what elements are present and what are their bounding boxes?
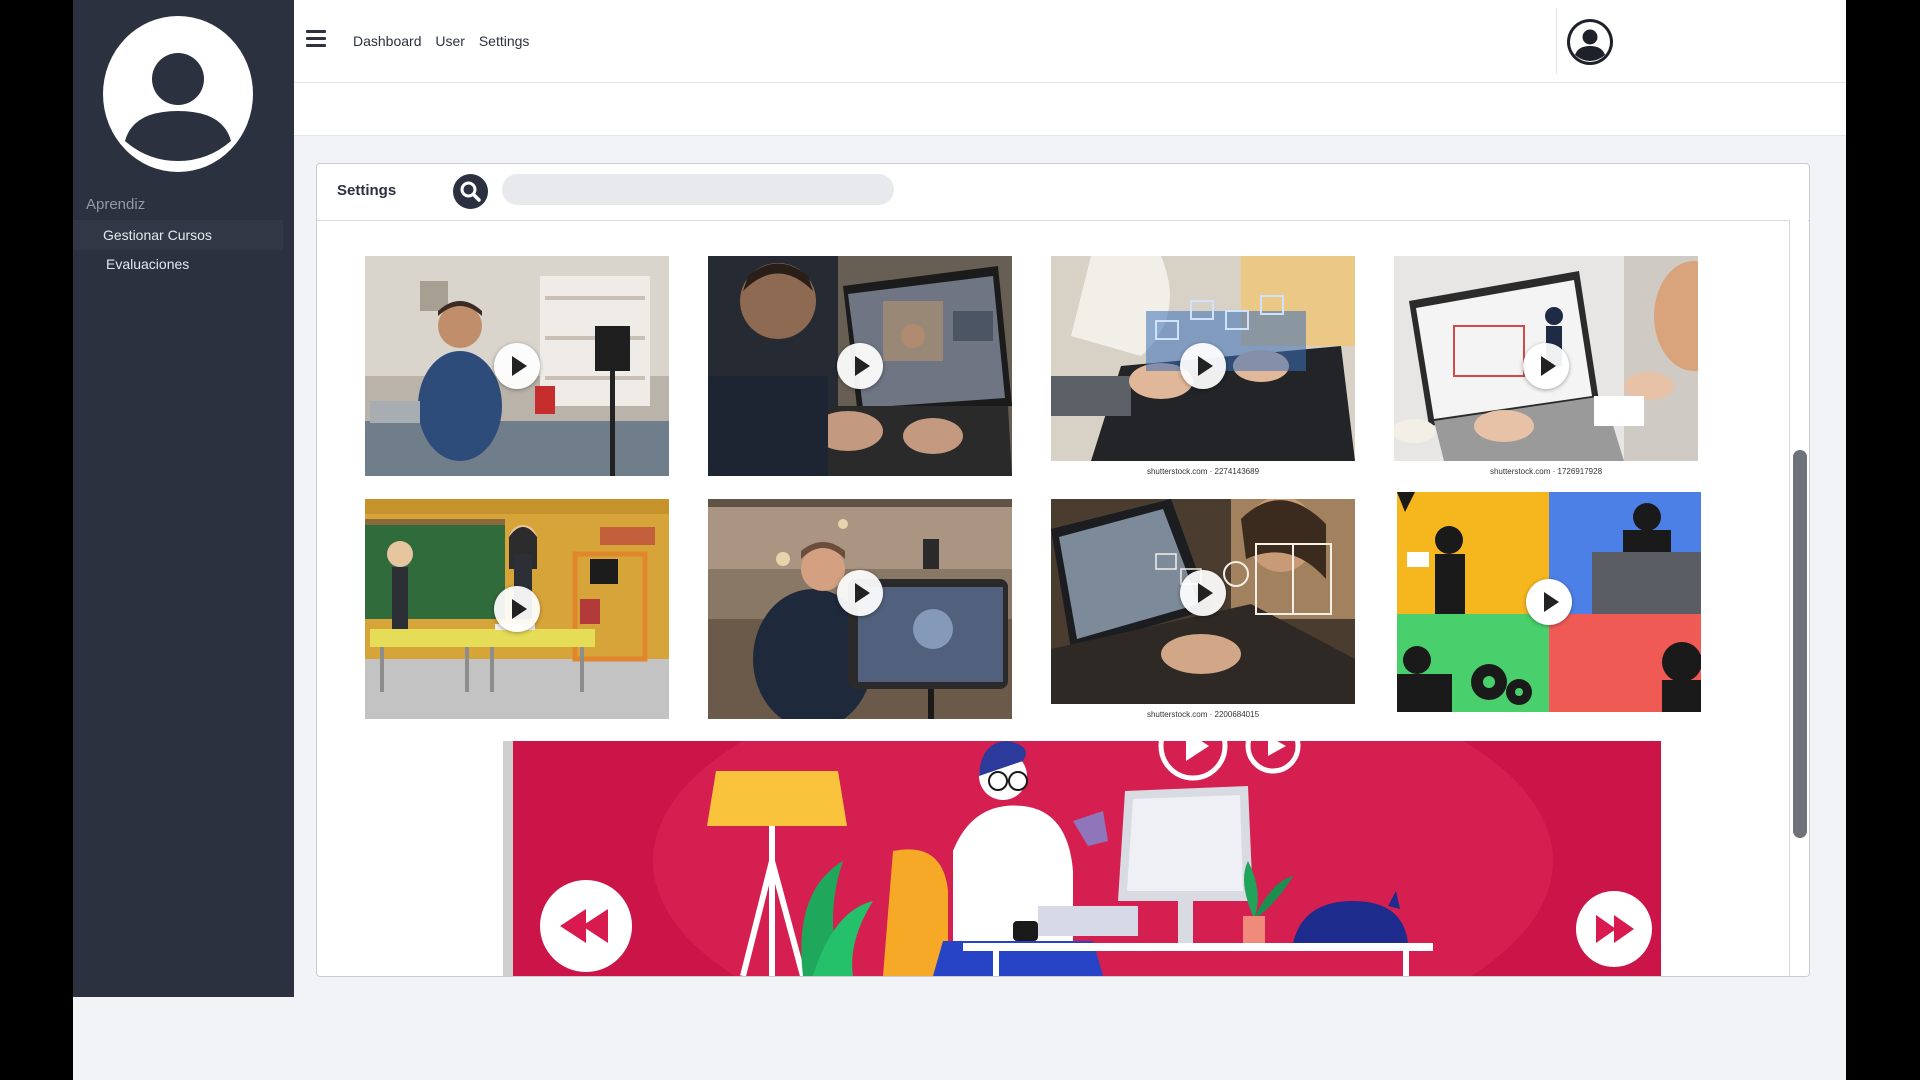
fast-forward-icon — [1596, 915, 1634, 943]
rewind-icon — [560, 909, 608, 943]
video-thumbnail[interactable] — [1397, 492, 1701, 712]
play-icon[interactable] — [1180, 570, 1226, 616]
nav-link-settings[interactable]: Settings — [479, 33, 530, 49]
video-thumbnail[interactable] — [1051, 256, 1355, 461]
play-icon[interactable] — [494, 586, 540, 632]
sidebar: Aprendiz Gestionar Cursos Evaluaciones — [73, 0, 294, 997]
video-thumbnail[interactable] — [365, 256, 669, 476]
search-input[interactable] — [502, 174, 894, 205]
video-thumbnail[interactable] — [365, 499, 669, 719]
top-bar: Dashboard User Settings — [294, 0, 1846, 83]
top-nav: Dashboard User Settings — [353, 33, 539, 49]
app-window: Aprendiz Gestionar Cursos Evaluaciones D… — [73, 0, 1846, 1080]
search-icon — [460, 181, 481, 202]
profile-avatar-icon[interactable] — [103, 16, 253, 173]
hamburger-icon[interactable] — [306, 30, 326, 48]
search-button[interactable] — [453, 174, 488, 209]
play-icon[interactable] — [837, 343, 883, 389]
video-banner-image — [503, 741, 1661, 976]
sidebar-item-label: Evaluaciones — [106, 256, 190, 272]
video-thumbnail[interactable] — [1051, 499, 1355, 704]
sidebar-item-evaluaciones[interactable]: Evaluaciones — [73, 249, 283, 279]
nav-link-dashboard[interactable]: Dashboard — [353, 33, 422, 49]
video-caption: shutterstock.com · 2274143689 — [1146, 467, 1260, 476]
sidebar-item-label: Gestionar Cursos — [103, 227, 212, 243]
rewind-button[interactable] — [540, 880, 632, 972]
user-avatar-icon[interactable] — [1566, 18, 1614, 66]
scrollbar-thumb[interactable] — [1793, 450, 1807, 838]
settings-card: Settings shutterstock.com · 2274143689 s… — [316, 163, 1810, 977]
sidebar-item-gestionar-cursos[interactable]: Gestionar Cursos — [73, 220, 283, 250]
video-thumbnail[interactable] — [708, 499, 1012, 719]
video-banner[interactable] — [503, 741, 1661, 976]
card-header: Settings — [317, 164, 1809, 221]
nav-link-user[interactable]: User — [435, 33, 465, 49]
topbar-divider — [1556, 8, 1557, 74]
video-thumbnail[interactable] — [708, 256, 1012, 476]
fast-forward-button[interactable] — [1576, 891, 1652, 967]
card-title: Settings — [337, 182, 397, 199]
video-caption: shutterstock.com · 2200684015 — [1146, 710, 1260, 719]
video-caption: shutterstock.com · 1726917928 — [1489, 467, 1603, 476]
video-thumbnail[interactable] — [1394, 256, 1698, 461]
play-icon[interactable] — [1180, 343, 1226, 389]
sidebar-section-label: Aprendiz — [86, 196, 146, 213]
play-icon[interactable] — [837, 570, 883, 616]
play-icon[interactable] — [1523, 343, 1569, 389]
play-icon[interactable] — [1526, 579, 1572, 625]
play-icon[interactable] — [494, 343, 540, 389]
sub-header-bar — [294, 83, 1846, 136]
